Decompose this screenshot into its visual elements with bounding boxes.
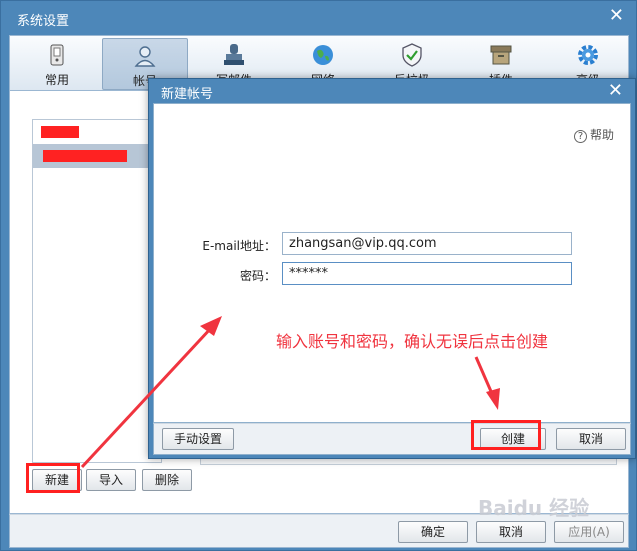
arrow-line-to-dialog (80, 325, 214, 469)
baidu-watermark: Baidu 经验 (478, 496, 590, 520)
arrow-head-to-dialog (200, 316, 222, 336)
annotation-arrows (80, 316, 500, 469)
arrow-line-to-create (474, 356, 495, 397)
arrow-head-to-create (486, 388, 500, 410)
